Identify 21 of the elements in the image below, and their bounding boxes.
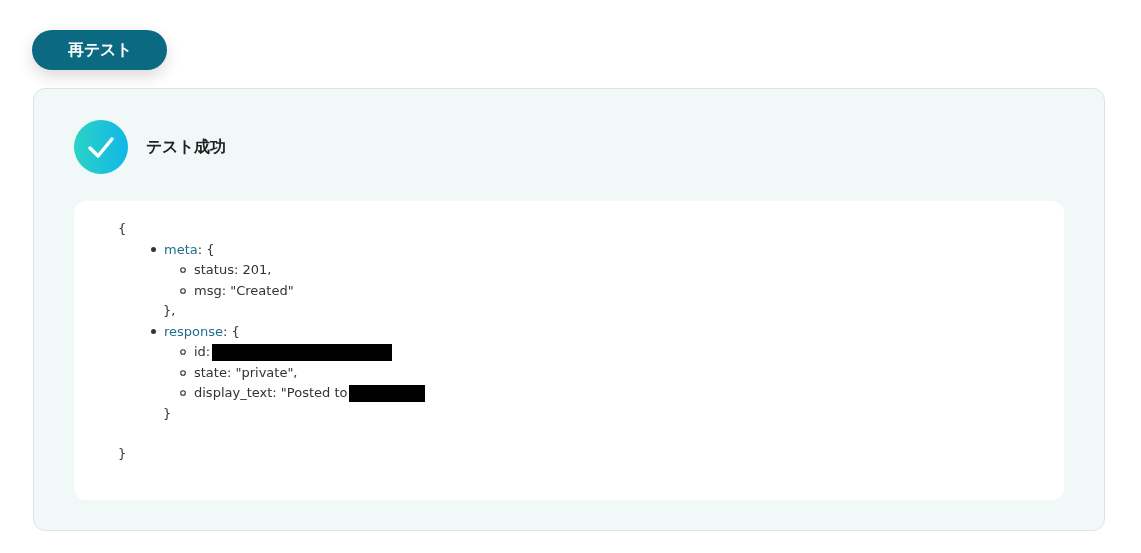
json-field: status: 201, (194, 260, 272, 281)
bullet-icon (151, 329, 156, 335)
brace-text: } (163, 404, 172, 423)
bullet-icon (180, 267, 186, 274)
brace-text: }, (163, 302, 176, 320)
json-field: state: "private", (194, 362, 298, 383)
json-key: meta (164, 239, 198, 260)
bullet-icon (180, 369, 186, 376)
bullet-icon (180, 349, 186, 356)
json-field: id: (194, 342, 211, 363)
brace-text: : { (223, 322, 240, 341)
brace-text: } (118, 445, 127, 463)
bullet-icon (151, 247, 156, 253)
brace-text: { (118, 220, 127, 238)
json-field: msg: "Created" (194, 280, 294, 301)
bullet-icon (180, 390, 186, 397)
result-title: テスト成功 (146, 136, 226, 158)
json-field: display_text: "Posted to (194, 383, 348, 404)
brace-text: : { (197, 240, 215, 259)
retest-button[interactable]: 再テスト (32, 30, 167, 70)
bullet-icon (180, 287, 186, 294)
